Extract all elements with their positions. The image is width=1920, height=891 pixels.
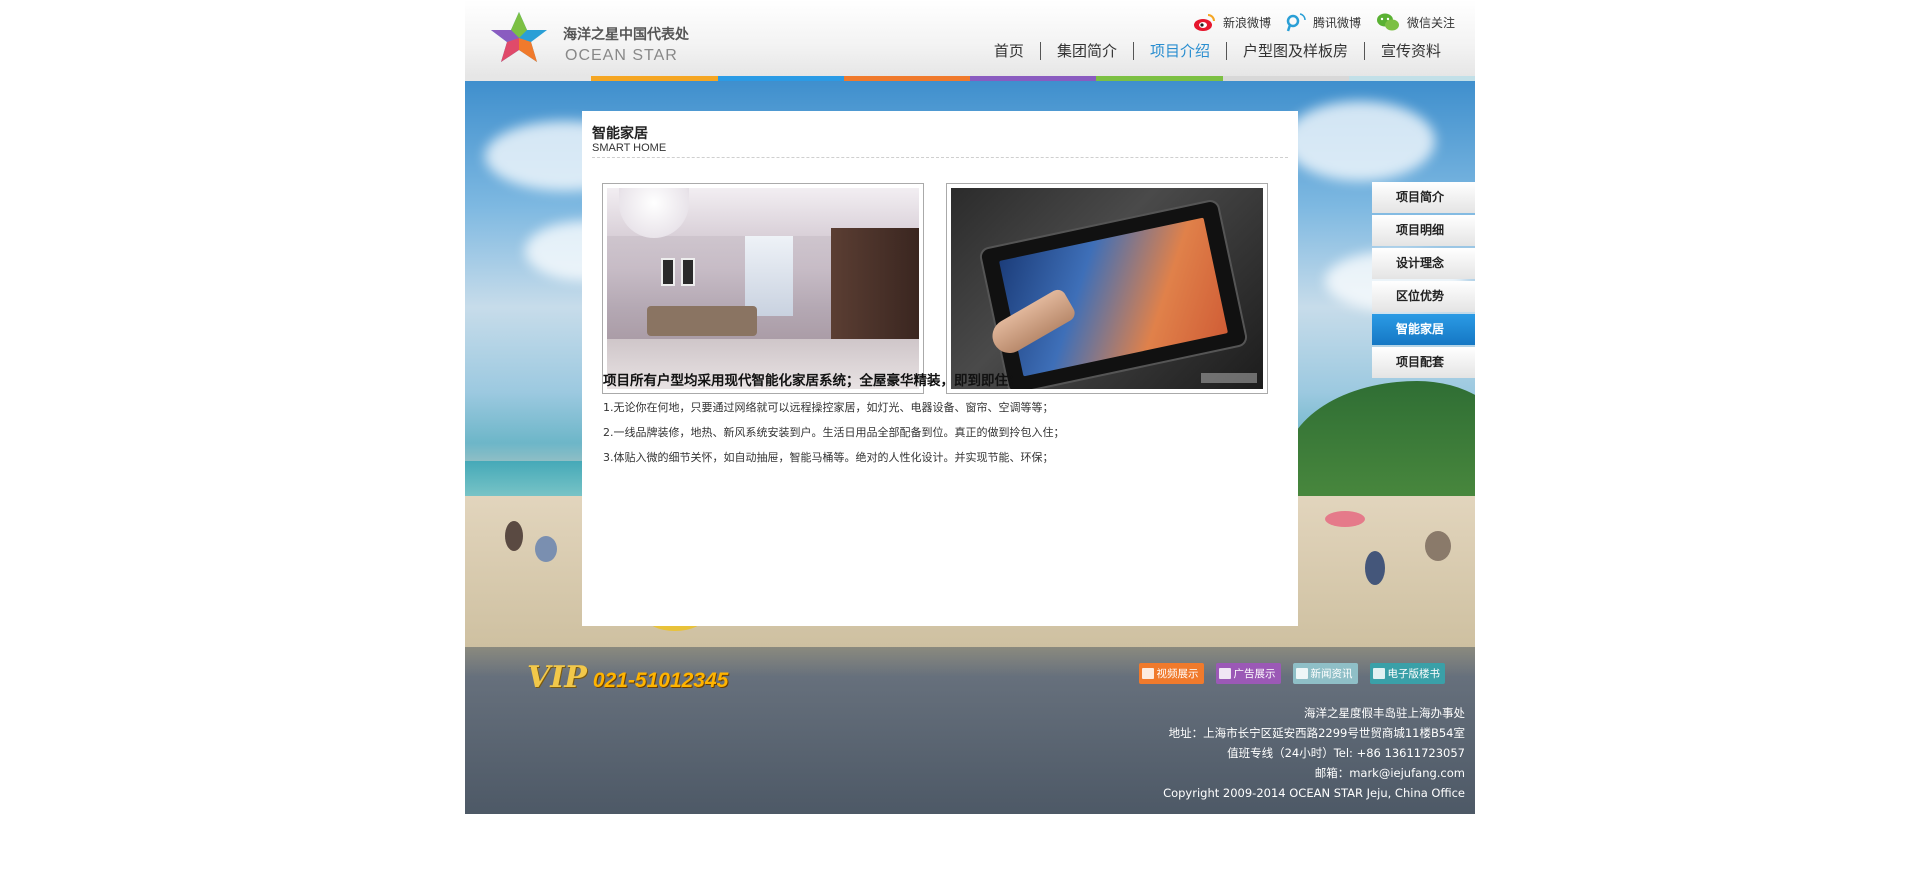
footer-quick-links: 视频展示 广告展示 新闻资讯 电子版楼书 <box>1127 663 1445 684</box>
footer: VIP 021-51012345 视频展示 广告展示 新闻资讯 电子版楼书 海洋… <box>465 647 1475 814</box>
ad-showcase-button[interactable]: 广告展示 <box>1215 663 1281 684</box>
social-links: 新浪微博 腾讯微博 微信关注 <box>1179 10 1455 34</box>
nav-floorplans[interactable]: 户型图及样板房 <box>1225 42 1364 60</box>
sina-weibo-link[interactable]: 新浪微博 <box>1193 12 1271 32</box>
side-item-design-concept[interactable]: 设计理念 <box>1372 248 1475 279</box>
logo-english-text: OCEAN STAR <box>565 47 678 64</box>
ocean-star-logo-icon <box>491 12 547 62</box>
office-name: 海洋之星度假丰岛驻上海办事处 <box>1304 706 1465 720</box>
sina-weibo-label: 新浪微博 <box>1222 15 1271 30</box>
tencent-weibo-label: 腾讯微博 <box>1312 15 1361 30</box>
feature-item: 1.无论你在何地，只要通过网络就可以远程操控家居，如灯光、电器设备、窗帘、空调等… <box>603 401 1054 414</box>
ad-icon <box>1218 668 1231 679</box>
ebrochure-button[interactable]: 电子版楼书 <box>1369 663 1445 684</box>
content-panel: 智能家居 SMART HOME 项目所有户型均采用现代智能化家居系统；全屋豪华精… <box>582 111 1298 626</box>
video-showcase-button[interactable]: 视频展示 <box>1138 663 1204 684</box>
wechat-link[interactable]: 微信关注 <box>1375 12 1455 32</box>
office-address: 地址：上海市长宁区延安西路2299号世贸商城11楼B54室 <box>1168 726 1465 740</box>
nav-group-intro[interactable]: 集团简介 <box>1039 42 1133 60</box>
feature-heading: 项目所有户型均采用现代智能化家居系统；全屋豪华精装，即到即住； <box>603 373 1022 389</box>
title-divider <box>592 157 1288 158</box>
logo-chinese-text: 海洋之星中国代表处 <box>563 27 689 43</box>
side-menu: 项目简介 项目明细 设计理念 区位优势 智能家居 项目配套 <box>1372 182 1475 380</box>
side-item-facilities[interactable]: 项目配套 <box>1372 347 1475 378</box>
wechat-label: 微信关注 <box>1406 15 1455 30</box>
page-subtitle: SMART HOME <box>592 142 667 154</box>
feature-item: 2.一线品牌装修，地热、新风系统安装到户。生活日用品全部配备到位。真正的做到拎包… <box>603 426 1065 439</box>
email: 邮箱：mark@iejufang.com <box>1314 766 1465 780</box>
news-button[interactable]: 新闻资讯 <box>1292 663 1358 684</box>
nav-promo-materials[interactable]: 宣传资料 <box>1363 42 1457 60</box>
footer-contact-info: 海洋之星度假丰岛驻上海办事处 地址：上海市长宁区延安西路2299号世贸商城11楼… <box>1163 703 1465 803</box>
page-title: 智能家居 <box>592 126 648 142</box>
tencent-weibo-link[interactable]: 腾讯微博 <box>1285 12 1361 32</box>
header: 海洋之星中国代表处 OCEAN STAR 新浪微博 腾讯微博 微信关注 首页 集… <box>465 0 1475 76</box>
video-icon <box>1141 668 1154 679</box>
feature-item: 3.体贴入微的细节关怀，如自动抽屉，智能马桶等。绝对的人性化设计。并实现节能、环… <box>603 451 1054 464</box>
weibo-icon <box>1193 14 1215 31</box>
side-item-location[interactable]: 区位优势 <box>1372 281 1475 312</box>
vip-phone-number: 021-51012345 <box>592 669 729 692</box>
hotline: 值班专线（24小时）Tel: +86 13611723057 <box>1227 746 1465 760</box>
quick-link-label: 新闻资讯 <box>1310 668 1353 680</box>
nav-project-intro[interactable]: 项目介绍 <box>1132 42 1226 60</box>
site-container: 海洋之星中国代表处 OCEAN STAR 新浪微博 腾讯微博 微信关注 首页 集… <box>465 0 1475 814</box>
main-nav: 首页 集团简介 项目介绍 户型图及样板房 宣传资料 <box>978 40 1457 62</box>
vip-label: VIP <box>527 660 587 695</box>
quick-link-label: 视频展示 <box>1156 668 1199 680</box>
quick-link-label: 广告展示 <box>1233 668 1276 680</box>
copyright: Copyright 2009-2014 OCEAN STAR Jeju, Chi… <box>1163 786 1465 800</box>
logo[interactable]: 海洋之星中国代表处 OCEAN STAR <box>485 10 695 68</box>
side-item-project-overview[interactable]: 项目简介 <box>1372 182 1475 213</box>
vip-hotline: VIP 021-51012345 <box>527 659 728 695</box>
quick-link-label: 电子版楼书 <box>1387 668 1441 680</box>
living-room-image <box>602 183 924 394</box>
news-icon <box>1295 668 1308 679</box>
tablet-photo <box>951 188 1263 389</box>
tablet-image <box>946 183 1268 394</box>
nav-home[interactable]: 首页 <box>978 42 1040 60</box>
side-item-smart-home[interactable]: 智能家居 <box>1372 314 1475 345</box>
side-item-project-details[interactable]: 项目明细 <box>1372 215 1475 246</box>
wechat-icon <box>1376 13 1399 31</box>
book-icon <box>1372 668 1385 679</box>
tencent-weibo-icon <box>1286 13 1306 32</box>
living-room-photo <box>607 188 919 389</box>
